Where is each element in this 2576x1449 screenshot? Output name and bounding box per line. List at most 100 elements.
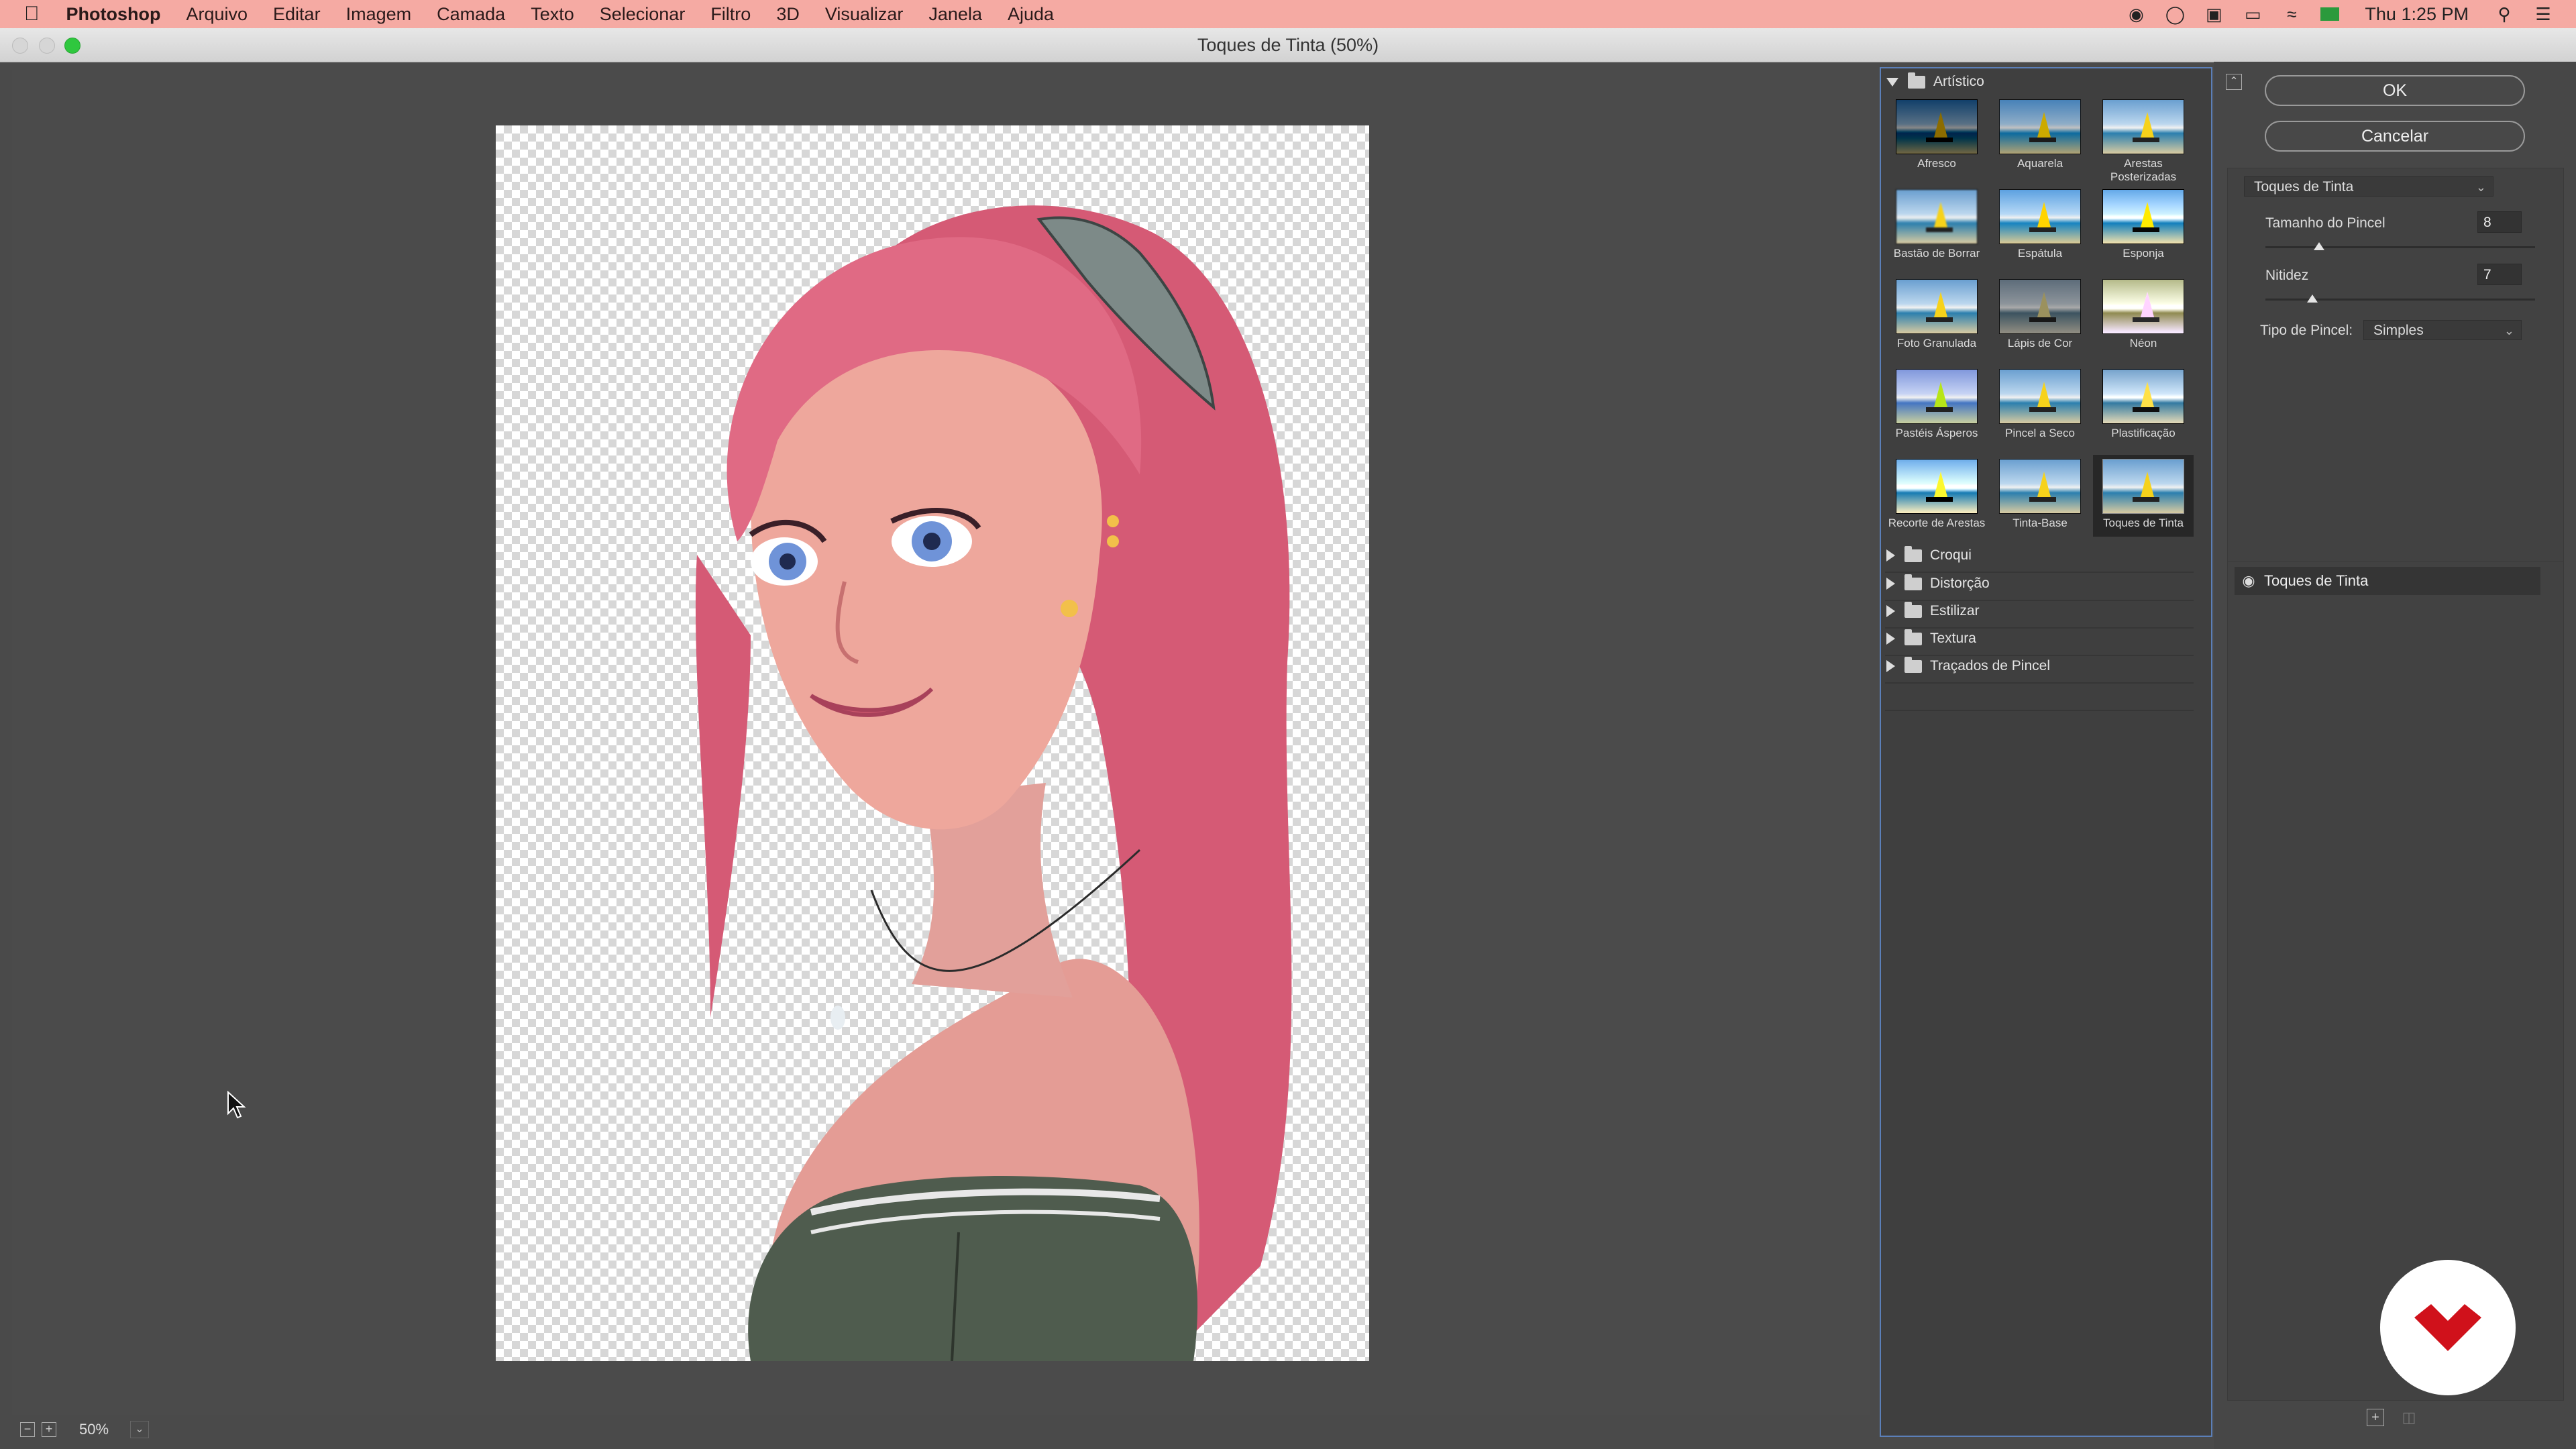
- collapsed-triangle-icon[interactable]: [1886, 633, 1895, 645]
- trash-icon[interactable]: ◫: [2402, 1409, 2416, 1426]
- window-title: Toques de Tinta (50%): [1197, 35, 1379, 55]
- new-effect-layer-button[interactable]: +: [2367, 1409, 2384, 1426]
- extension-icon[interactable]: ▣: [2204, 4, 2224, 24]
- character-illustration: [695, 205, 1292, 1361]
- filter-thumb-arestas-posterizadas[interactable]: Arestas Posterizadas: [2093, 95, 2194, 189]
- filter-label: Lápis de Cor: [2007, 337, 2073, 350]
- sharpness-input[interactable]: 7: [2477, 264, 2522, 285]
- filter-gallery: Artístico Afresco Aquarela Arestas Poste…: [1880, 67, 2212, 1437]
- expanded-triangle-icon[interactable]: [1886, 77, 1898, 87]
- collapse-gallery-icon[interactable]: ⌃: [2226, 74, 2242, 90]
- menu-bar:  Photoshop Arquivo Editar Imagem Camada…: [0, 0, 2576, 28]
- folder-estilizar[interactable]: Estilizar: [1886, 601, 1980, 619]
- filter-label: Tinta-Base: [2012, 517, 2068, 529]
- folder-icon: [1908, 72, 1925, 89]
- folder-label: Textura: [1930, 631, 1976, 646]
- collapsed-triangle-icon[interactable]: [1886, 578, 1895, 590]
- folder-label: Croqui: [1930, 547, 1972, 563]
- menu-visualizar[interactable]: Visualizar: [825, 4, 904, 25]
- thumbnail: [1999, 459, 2081, 514]
- filter-label: Pincel a Seco: [2005, 427, 2075, 439]
- folder-icon: [1904, 629, 1922, 645]
- effect-layer-row[interactable]: ◉ Toques de Tinta: [2235, 567, 2540, 595]
- filter-thumb-pasteis-asperos[interactable]: Pastéis Ásperos: [1886, 365, 1987, 447]
- filter-label: Espátula: [2017, 247, 2063, 260]
- menu-editar[interactable]: Editar: [273, 4, 321, 25]
- folder-artistico[interactable]: Artístico: [1886, 72, 1984, 90]
- thumbnail: [2102, 99, 2184, 154]
- filter-thumb-recorte-de-arestas[interactable]: Recorte de Arestas: [1886, 455, 1987, 549]
- folder-croqui[interactable]: Croqui: [1886, 545, 1972, 564]
- folder-label: Artístico: [1933, 74, 1984, 89]
- ok-button[interactable]: OK: [2265, 75, 2525, 106]
- chevron-down-icon: ⌄: [2475, 180, 2486, 194]
- filter-thumb-afresco[interactable]: Afresco: [1886, 95, 1987, 177]
- zoom-in-button[interactable]: +: [42, 1422, 56, 1437]
- thumbnail: [1896, 279, 1978, 334]
- wifi-icon[interactable]: ≈: [2282, 4, 2302, 24]
- filter-thumb-plastificacao[interactable]: Plastificação: [2093, 365, 2194, 447]
- filter-thumb-tinta-base[interactable]: Tinta-Base: [1990, 455, 2090, 537]
- zoom-dropdown-chevron-icon[interactable]: ⌄: [130, 1421, 149, 1438]
- brush-size-input[interactable]: 8: [2477, 211, 2522, 233]
- filter-thumb-toques-de-tinta[interactable]: Toques de Tinta: [2093, 455, 2194, 537]
- thumbnail: [1896, 189, 1978, 244]
- menu-janela[interactable]: Janela: [928, 4, 982, 25]
- menu-texto[interactable]: Texto: [531, 4, 574, 25]
- filter-select[interactable]: Toques de Tinta ⌄: [2244, 176, 2493, 197]
- zoom-bar: − + 50% ⌄: [12, 1415, 1870, 1442]
- folder-textura[interactable]: Textura: [1886, 629, 1976, 647]
- collapsed-triangle-icon[interactable]: [1886, 605, 1895, 617]
- filter-thumb-espatula[interactable]: Espátula: [1990, 185, 2090, 267]
- menu-filtro[interactable]: Filtro: [710, 4, 751, 25]
- zoom-out-button[interactable]: −: [20, 1422, 35, 1437]
- filter-thumb-aquarela[interactable]: Aquarela: [1990, 95, 2090, 177]
- window-title-bar: Toques de Tinta (50%): [0, 28, 2576, 62]
- filter-thumb-bastao-de-borrar[interactable]: Bastão de Borrar: [1886, 185, 1987, 267]
- menu-camada[interactable]: Camada: [437, 4, 505, 25]
- logo-mark-icon: [2414, 1304, 2481, 1351]
- brush-type-select[interactable]: Simples ⌄: [2363, 320, 2522, 340]
- thumbnail: [1896, 369, 1978, 424]
- brush-size-slider-knob[interactable]: [2314, 242, 2325, 250]
- creative-cloud-icon[interactable]: ◯: [2165, 4, 2185, 24]
- menu-app-name[interactable]: Photoshop: [66, 4, 161, 25]
- sharpness-label: Nitidez: [2265, 268, 2309, 283]
- preview-image[interactable]: [496, 125, 1369, 1361]
- settings-box: Toques de Tinta ⌄ Tamanho do Pincel 8 Ni…: [2227, 168, 2564, 609]
- filter-thumb-foto-granulada[interactable]: Foto Granulada: [1886, 275, 1987, 357]
- folder-distorcao[interactable]: Distorção: [1886, 574, 1990, 592]
- screen-mirroring-icon[interactable]: ▭: [2243, 4, 2263, 24]
- zoom-level[interactable]: 50%: [79, 1421, 109, 1438]
- collapsed-triangle-icon[interactable]: [1886, 660, 1895, 672]
- eye-icon[interactable]: ◉: [2239, 567, 2259, 595]
- search-icon[interactable]: ⚲: [2494, 4, 2514, 24]
- brush-size-label: Tamanho do Pincel: [2265, 215, 2385, 231]
- apple-icon[interactable]: : [24, 3, 40, 25]
- cancel-button[interactable]: Cancelar: [2265, 121, 2525, 152]
- menu-selecionar[interactable]: Selecionar: [600, 4, 686, 25]
- menubar-clock[interactable]: Thu 1:25 PM: [2365, 4, 2469, 25]
- sharpness-slider[interactable]: [2265, 299, 2535, 301]
- filter-thumb-lapis-de-cor[interactable]: Lápis de Cor: [1990, 275, 2090, 357]
- filter-thumb-esponja[interactable]: Esponja: [2093, 185, 2194, 267]
- divider: [1885, 627, 2194, 629]
- folder-label: Distorção: [1930, 576, 1990, 591]
- effect-layers-list: ◉ Toques de Tinta: [2227, 561, 2564, 1401]
- menu-ajuda[interactable]: Ajuda: [1008, 4, 1054, 25]
- flag-icon[interactable]: [2320, 7, 2340, 21]
- menu-imagem[interactable]: Imagem: [346, 4, 412, 25]
- folder-tracados-de-pincel[interactable]: Traçados de Pincel: [1886, 656, 2050, 674]
- divider: [1885, 572, 2194, 573]
- list-icon[interactable]: ☰: [2533, 4, 2553, 24]
- menu-arquivo[interactable]: Arquivo: [186, 4, 248, 25]
- sharpness-slider-knob[interactable]: [2307, 294, 2318, 303]
- collapsed-triangle-icon[interactable]: [1886, 549, 1895, 561]
- menu-3d[interactable]: 3D: [776, 4, 800, 25]
- brush-size-slider[interactable]: [2265, 246, 2535, 248]
- adobe-cc-icon[interactable]: ◉: [2126, 4, 2146, 24]
- filter-thumb-pincel-a-seco[interactable]: Pincel a Seco: [1990, 365, 2090, 447]
- filter-thumb-neon[interactable]: Néon: [2093, 275, 2194, 357]
- filter-label: Bastão de Borrar: [1893, 247, 1980, 260]
- filter-label: Plastificação: [2111, 427, 2176, 439]
